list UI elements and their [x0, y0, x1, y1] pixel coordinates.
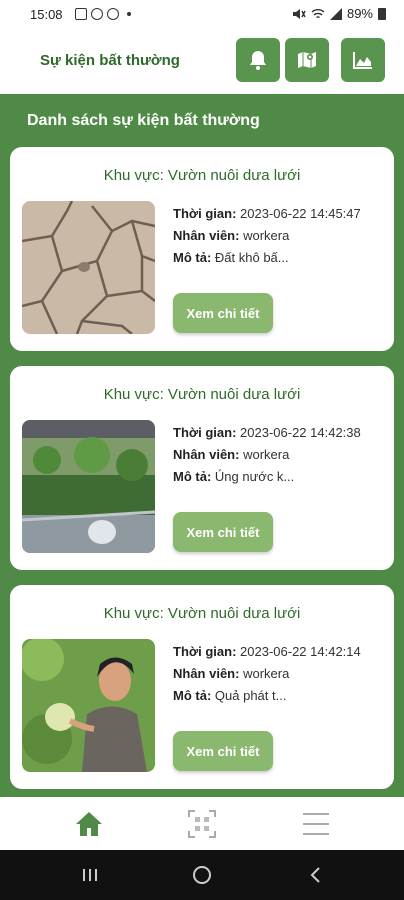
event-image-cracked-soil	[22, 201, 155, 334]
event-desc: Úng nước k...	[214, 469, 295, 484]
event-info: Thời gian: 2023-06-22 14:42:38 Nhân viên…	[173, 422, 361, 488]
staff-label: Nhân viên:	[173, 447, 240, 462]
battery-percent: 89%	[346, 6, 373, 21]
gallery-icon	[75, 8, 87, 20]
nav-qr[interactable]	[186, 809, 218, 839]
bottom-nav	[0, 797, 404, 850]
back-icon[interactable]	[304, 863, 328, 887]
event-area: Khu vực: Vườn nuôi dưa lưới	[103, 167, 301, 184]
settings-icon	[91, 8, 103, 20]
app-header: Sự kiện bất thường	[0, 30, 404, 94]
event-time: 2023-06-22 14:42:14	[240, 644, 361, 659]
nav-home[interactable]	[73, 809, 105, 839]
desc-label: Mô tả:	[173, 688, 212, 703]
event-info: Thời gian: 2023-06-22 14:42:14 Nhân viên…	[173, 641, 361, 707]
event-staff: workera	[243, 228, 290, 243]
view-detail-button[interactable]: Xem chi tiết	[173, 512, 273, 552]
section-title: Danh sách sự kiện bất thường	[27, 112, 260, 129]
page-title: Sự kiện bất thường	[40, 52, 180, 69]
statistics-button[interactable]	[341, 38, 385, 82]
event-image-woman-melon	[22, 639, 155, 772]
mute-icon	[292, 8, 306, 19]
nav-menu[interactable]	[300, 809, 332, 839]
event-staff: workera	[243, 447, 290, 462]
time-label: Thời gian:	[173, 425, 237, 440]
desc-label: Mô tả:	[173, 469, 212, 484]
status-right: 89%	[292, 6, 386, 21]
status-bar: 15:08 89%	[0, 0, 404, 30]
notifications-button[interactable]	[236, 38, 280, 82]
status-time: 15:08	[30, 7, 63, 22]
qr-scan-icon	[188, 810, 216, 838]
notification-icons	[75, 8, 131, 20]
bell-icon	[250, 51, 266, 70]
event-area: Khu vực: Vườn nuôi dưa lưới	[103, 386, 301, 403]
more-dot-icon	[127, 12, 131, 16]
event-area: Khu vực: Vườn nuôi dưa lưới	[103, 605, 301, 622]
event-card: Khu vực: Vườn nuôi dưa lưới Thời gian: 2…	[10, 585, 394, 789]
event-info: Thời gian: 2023-06-22 14:45:47 Nhân viên…	[173, 203, 361, 269]
staff-label: Nhân viên:	[173, 666, 240, 681]
sync-icon	[107, 8, 119, 20]
time-label: Thời gian:	[173, 644, 237, 659]
event-card: Khu vực: Vườn nuôi dưa lưới Thời gian: 2…	[10, 147, 394, 351]
map-button[interactable]	[285, 38, 329, 82]
view-detail-button[interactable]: Xem chi tiết	[173, 293, 273, 333]
event-desc: Đất khô bấ...	[214, 250, 289, 265]
home-button-icon[interactable]	[190, 863, 214, 887]
time-label: Thời gian:	[173, 206, 237, 221]
signal-icon	[329, 7, 342, 20]
desc-label: Mô tả:	[173, 250, 212, 265]
hamburger-menu-icon	[303, 813, 329, 835]
event-card: Khu vực: Vườn nuôi dưa lưới Thời gian: 2…	[10, 366, 394, 570]
home-icon	[76, 812, 102, 836]
event-time: 2023-06-22 14:45:47	[240, 206, 361, 221]
wifi-icon	[311, 8, 325, 18]
staff-label: Nhân viên:	[173, 228, 240, 243]
view-detail-button[interactable]: Xem chi tiết	[173, 731, 273, 771]
event-desc: Quả phát t...	[214, 688, 287, 703]
battery-icon	[378, 7, 386, 20]
event-staff: workera	[243, 666, 290, 681]
area-chart-icon	[353, 52, 372, 69]
event-image-waterlogged-garden	[22, 420, 155, 553]
system-nav-bar	[0, 850, 404, 900]
map-location-icon	[298, 52, 316, 68]
recent-apps-icon[interactable]	[78, 863, 102, 887]
event-time: 2023-06-22 14:42:38	[240, 425, 361, 440]
